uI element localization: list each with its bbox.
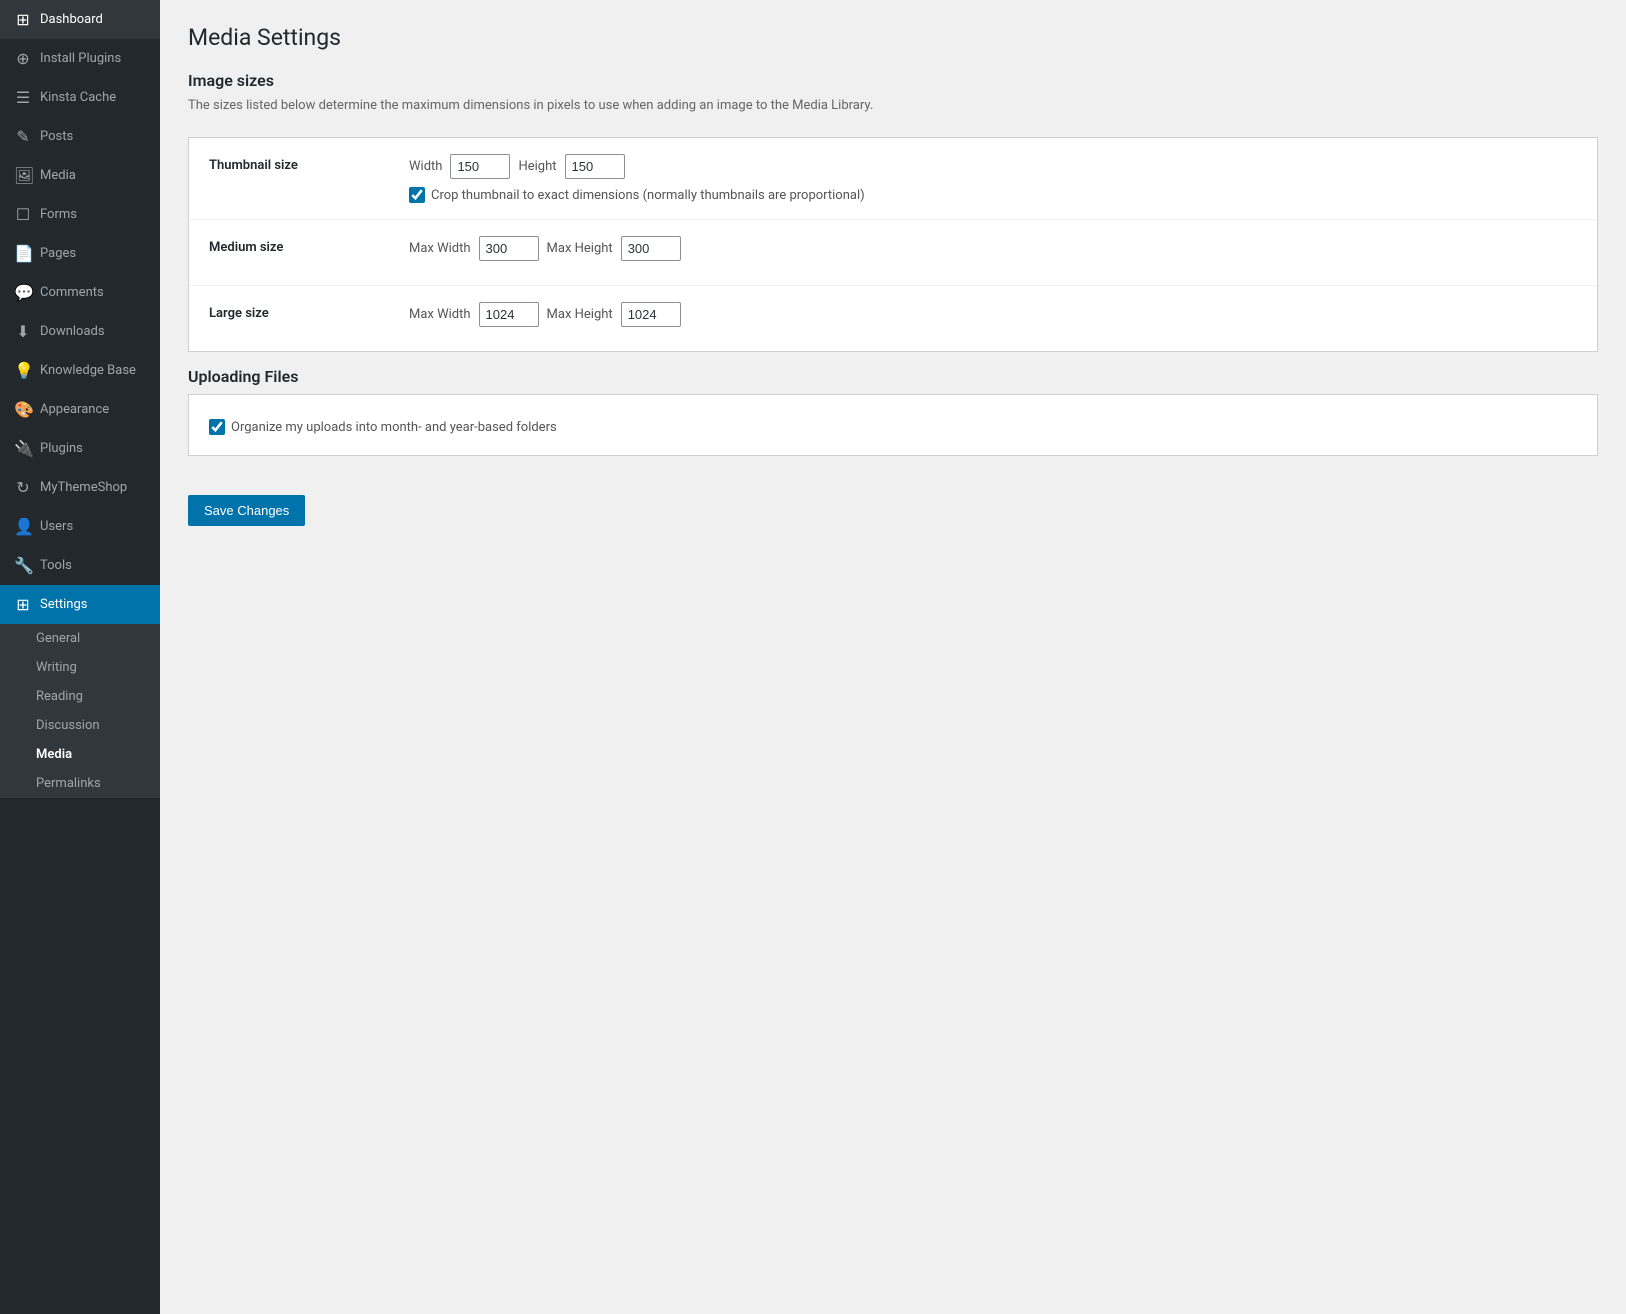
appearance-icon: 🎨 [14,400,32,419]
medium-max-height-label: Max Height [547,241,613,256]
uploading-files-title: Uploading Files [188,367,1598,386]
large-size-row: Large size Max Width Max Height [189,286,1597,351]
plugins-icon: 🔌 [14,439,32,458]
thumbnail-size-content: Width Height Crop thumbnail to exact dim… [409,154,1577,203]
large-max-width-label: Max Width [409,307,471,322]
main-content: Media Settings Image sizes The sizes lis… [160,0,1626,1314]
sidebar-item-label-plugins: Plugins [40,441,83,456]
sidebar-item-kinsta-cache[interactable]: ☰ Kinsta Cache [0,78,160,117]
large-size-content: Max Width Max Height [409,302,1577,335]
medium-dimensions-group: Max Width Max Height [409,236,1577,261]
large-max-height-label: Max Height [547,307,613,322]
thumbnail-height-label: Height [518,159,556,174]
save-changes-button[interactable]: Save Changes [188,495,305,526]
sidebar-item-label-kinsta-cache: Kinsta Cache [40,90,116,105]
thumbnail-width-input[interactable] [450,154,510,179]
organize-uploads-label: Organize my uploads into month- and year… [231,420,557,435]
thumbnail-crop-group: Crop thumbnail to exact dimensions (norm… [409,187,1577,203]
sidebar-item-forms[interactable]: ☐ Forms [0,195,160,234]
sidebar-item-dashboard[interactable]: ⊞ Dashboard [0,0,160,39]
sidebar-item-label-media: Media [40,168,76,183]
sub-menu-item-reading[interactable]: Reading [0,682,160,711]
sidebar-item-label-comments: Comments [40,285,104,300]
mythemeshop-icon: ↻ [14,478,32,497]
forms-icon: ☐ [14,205,32,224]
install-plugins-icon: ⊕ [14,49,32,68]
users-icon: 👤 [14,517,32,536]
sub-menu-item-discussion[interactable]: Discussion [0,711,160,740]
large-size-label: Large size [209,302,409,321]
sub-menu-item-general[interactable]: General [0,624,160,653]
thumbnail-size-label: Thumbnail size [209,154,409,173]
large-max-width-input[interactable] [479,302,539,327]
sidebar-item-media[interactable]: 🖼 Media [0,156,160,195]
large-max-height-input[interactable] [621,302,681,327]
sidebar-item-label-users: Users [40,519,73,534]
sidebar-item-label-downloads: Downloads [40,324,105,339]
medium-size-label: Medium size [209,236,409,255]
thumbnail-crop-checkbox[interactable] [409,187,425,203]
sidebar-item-label-dashboard: Dashboard [40,12,103,27]
sidebar-item-label-pages: Pages [40,246,76,261]
thumbnail-size-row: Thumbnail size Width Height Crop thumbna… [189,138,1597,220]
settings-icon: ⊞ [14,595,32,614]
tools-icon: 🔧 [14,556,32,575]
image-sizes-form: Thumbnail size Width Height Crop thumbna… [188,137,1598,352]
media-icon: 🖼 [14,166,32,185]
sidebar-item-users[interactable]: 👤 Users [0,507,160,546]
sidebar-item-comments[interactable]: 💬 Comments [0,273,160,312]
sidebar-item-downloads[interactable]: ⬇ Downloads [0,312,160,351]
page-title: Media Settings [188,24,1598,51]
thumbnail-crop-label: Crop thumbnail to exact dimensions (norm… [431,188,865,203]
sub-menu-item-permalinks[interactable]: Permalinks [0,769,160,798]
downloads-icon: ⬇ [14,322,32,341]
sidebar-item-label-install-plugins: Install Plugins [40,51,121,66]
sidebar-item-label-appearance: Appearance [40,402,109,417]
comments-icon: 💬 [14,283,32,302]
image-sizes-description: The sizes listed below determine the max… [188,98,1598,113]
sidebar-item-label-tools: Tools [40,558,72,573]
medium-max-width-label: Max Width [409,241,471,256]
knowledge-base-icon: 💡 [14,361,32,380]
sidebar-item-label-posts: Posts [40,129,73,144]
sidebar-item-appearance[interactable]: 🎨 Appearance [0,390,160,429]
sidebar-item-tools[interactable]: 🔧 Tools [0,546,160,585]
sidebar: ⊞ Dashboard ⊕ Install Plugins ☰ Kinsta Cache ✎… [0,0,160,1314]
sidebar-item-label-settings: Settings [40,597,87,612]
sidebar-item-label-forms: Forms [40,207,77,222]
image-sizes-title: Image sizes [188,71,1598,90]
kinsta-cache-icon: ☰ [14,88,32,107]
dashboard-icon: ⊞ [14,10,32,29]
thumbnail-dimensions-group: Width Height [409,154,1577,179]
medium-max-width-input[interactable] [479,236,539,261]
medium-size-content: Max Width Max Height [409,236,1577,269]
sidebar-item-mythemeshop[interactable]: ↻ MyThemeShop [0,468,160,507]
medium-max-height-input[interactable] [621,236,681,261]
sub-menu-item-writing[interactable]: Writing [0,653,160,682]
sidebar-item-settings[interactable]: ⊞ Settings [0,585,160,624]
sidebar-item-install-plugins[interactable]: ⊕ Install Plugins [0,39,160,78]
large-dimensions-group: Max Width Max Height [409,302,1577,327]
medium-size-row: Medium size Max Width Max Height [189,220,1597,286]
thumbnail-height-input[interactable] [565,154,625,179]
sidebar-item-knowledge-base[interactable]: 💡 Knowledge Base [0,351,160,390]
organize-uploads-checkbox[interactable] [209,419,225,435]
sidebar-item-posts[interactable]: ✎ Posts [0,117,160,156]
organize-uploads-group: Organize my uploads into month- and year… [209,419,1577,435]
sidebar-item-plugins[interactable]: 🔌 Plugins [0,429,160,468]
pages-icon: 📄 [14,244,32,263]
thumbnail-width-label: Width [409,159,442,174]
sidebar-item-label-knowledge-base: Knowledge Base [40,363,136,378]
sidebar-item-pages[interactable]: 📄 Pages [0,234,160,273]
uploading-files-section: Organize my uploads into month- and year… [188,394,1598,456]
posts-icon: ✎ [14,127,32,146]
sub-menu-item-media[interactable]: Media [0,740,160,769]
settings-sub-menu: GeneralWritingReadingDiscussionMediaPerm… [0,624,160,798]
sidebar-item-label-mythemeshop: MyThemeShop [40,480,127,495]
